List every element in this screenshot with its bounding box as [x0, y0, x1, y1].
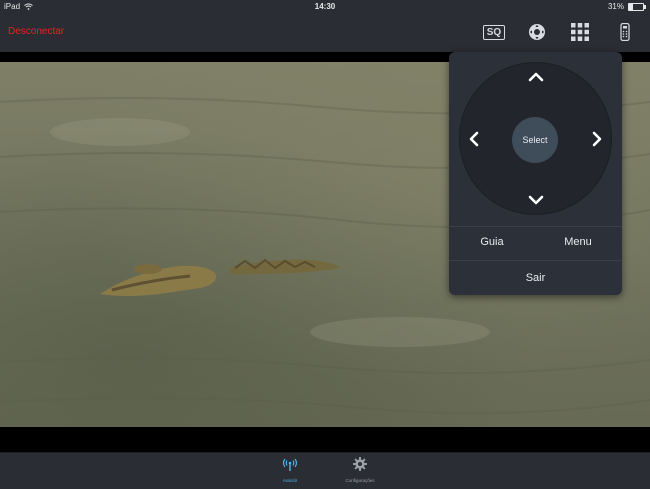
sq-icon: SQ — [482, 24, 506, 40]
tab-label: Assistir — [282, 478, 298, 483]
dpad: Select — [459, 62, 612, 215]
disconnect-button[interactable]: Desconectar — [8, 26, 64, 37]
remote-panel: Select Guia Menu Sair — [449, 52, 622, 295]
tab-label: Configurações — [345, 478, 375, 483]
bottom-tab-bar: Assistir Configurações — [0, 452, 650, 489]
chevron-up-icon — [528, 72, 544, 82]
top-bar: Desconectar SQ — [0, 14, 650, 52]
chevron-left-icon — [469, 131, 479, 147]
guide-button[interactable]: Guia — [467, 236, 517, 248]
remote-dpad-icon — [529, 24, 545, 40]
menu-button[interactable]: Menu — [553, 236, 603, 248]
exit-button[interactable]: Sair — [449, 272, 622, 284]
keypad-button[interactable] — [566, 20, 594, 44]
status-bar: iPad 14:30 31% — [0, 0, 650, 14]
sq-button[interactable]: SQ — [480, 20, 508, 44]
dpad-right-button[interactable] — [586, 124, 608, 154]
remote-dpad-button[interactable] — [523, 20, 551, 44]
status-right: 31% — [607, 2, 646, 11]
status-time: 14:30 — [314, 2, 336, 11]
tab-assistir[interactable]: Assistir — [260, 457, 320, 483]
dpad-left-button[interactable] — [463, 124, 485, 154]
chevron-down-icon — [528, 195, 544, 205]
chevron-right-icon — [592, 131, 602, 147]
remote-control-button[interactable] — [611, 20, 639, 44]
panel-divider — [449, 260, 622, 261]
keypad-grid-icon — [571, 23, 589, 41]
battery-icon — [628, 2, 646, 11]
dpad-up-button[interactable] — [521, 66, 551, 88]
battery-fill — [629, 3, 634, 10]
gear-icon — [353, 457, 367, 471]
remote-control-icon — [620, 23, 630, 41]
tab-configuracoes[interactable]: Configurações — [330, 457, 390, 483]
dpad-down-button[interactable] — [521, 189, 551, 211]
panel-divider — [449, 226, 622, 227]
antenna-icon — [282, 458, 298, 471]
select-button[interactable]: Select — [512, 117, 558, 163]
battery-percent: 31% — [607, 2, 624, 11]
